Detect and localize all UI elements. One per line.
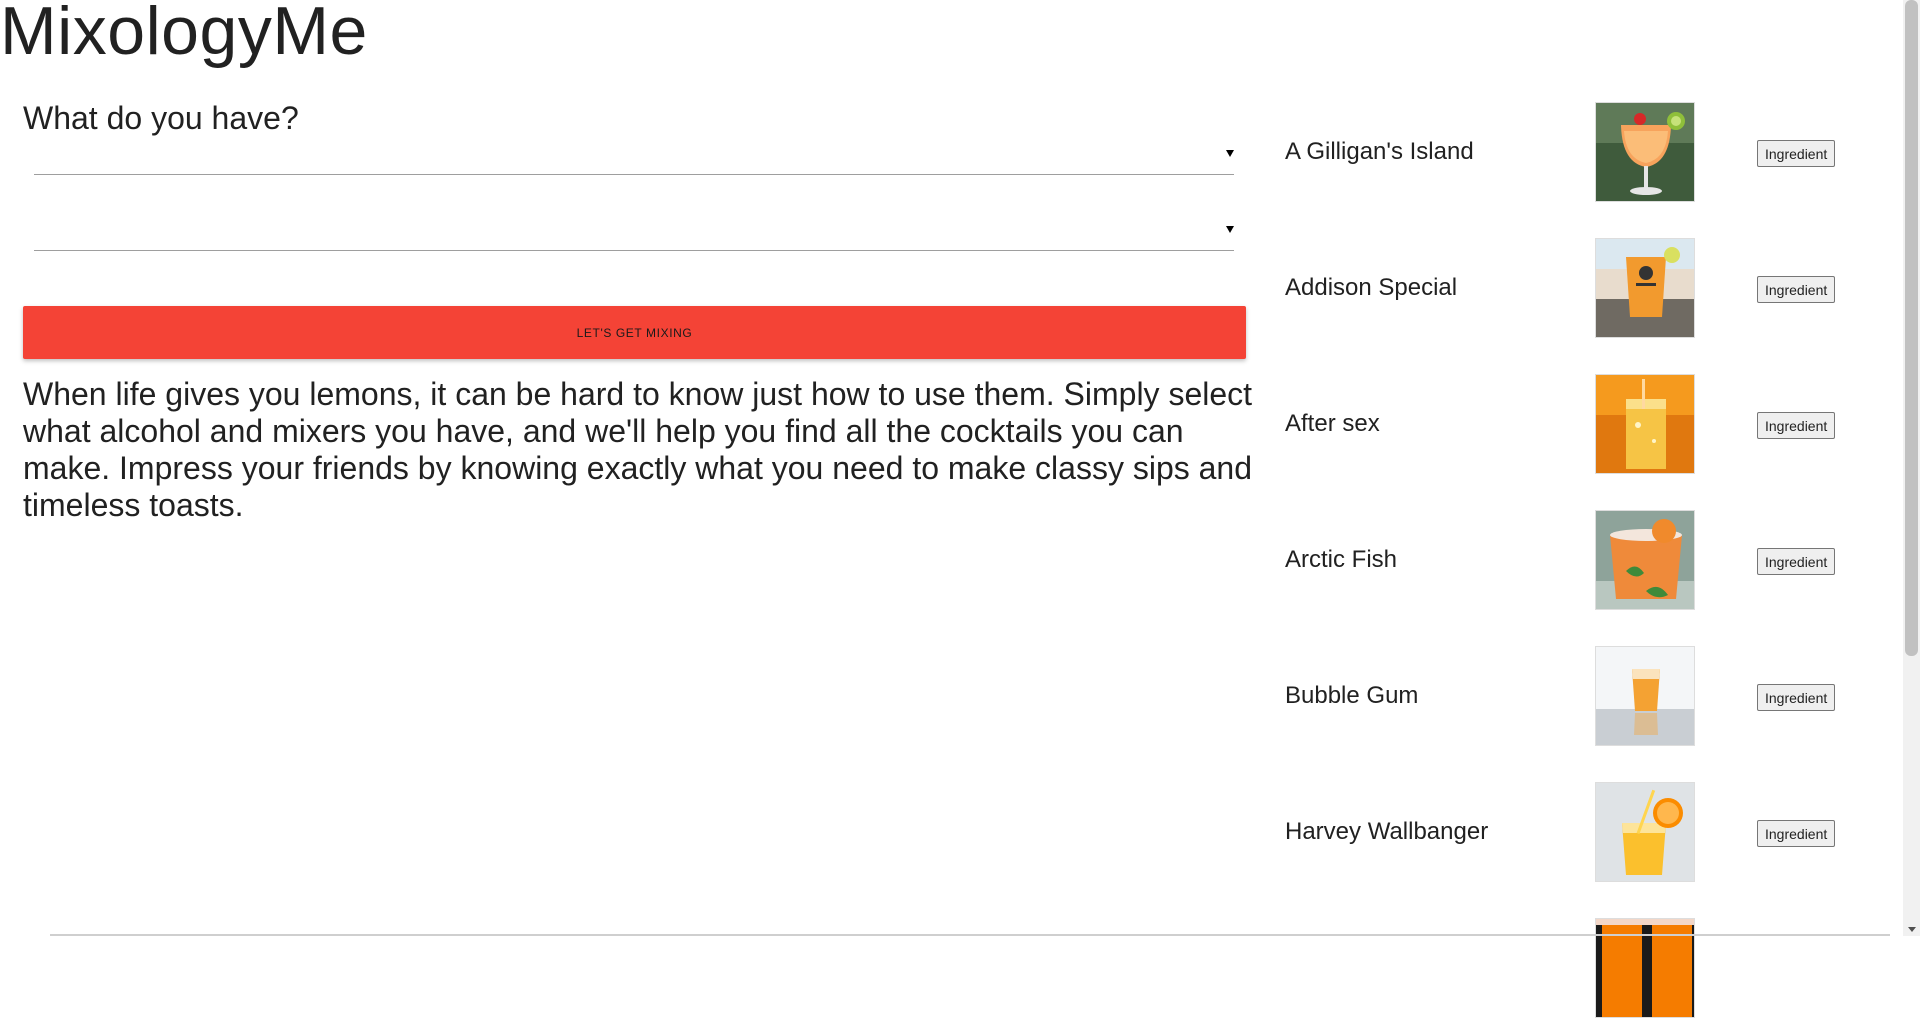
ingredient-form: What do you have? LET'S GET MIXING When … xyxy=(23,100,1252,523)
cocktail-name: Bubble Gum xyxy=(1285,682,1419,709)
cocktail-image xyxy=(1595,918,1695,1018)
ingredient-button[interactable]: Ingredient xyxy=(1757,684,1836,711)
get-mixing-button[interactable]: LET'S GET MIXING xyxy=(23,306,1246,359)
cocktail-name: After sex xyxy=(1285,410,1380,437)
scroll-down-icon[interactable] xyxy=(1908,927,1916,932)
dropdown-arrow-icon xyxy=(1226,150,1234,157)
cocktail-row: Arctic Fish Ingredient xyxy=(1285,510,1845,610)
cocktail-image xyxy=(1595,646,1695,746)
dropdown-arrow-icon xyxy=(1226,226,1234,233)
cocktail-list: A Gilligan's Island Ingredient Addison S… xyxy=(1285,0,1875,1018)
cocktail-row: Bubble Gum Ingredient xyxy=(1285,646,1845,746)
cocktail-image xyxy=(1595,238,1695,338)
scrollbar-thumb[interactable] xyxy=(1905,0,1918,656)
cocktail-name: A Gilligan's Island xyxy=(1285,138,1474,165)
cocktail-row xyxy=(1285,918,1845,1018)
cocktail-name: Arctic Fish xyxy=(1285,546,1398,573)
cocktail-image xyxy=(1595,102,1695,202)
ingredient-button[interactable]: Ingredient xyxy=(1757,548,1836,575)
cocktail-row: After sex Ingredient xyxy=(1285,374,1845,474)
ingredient-button[interactable]: Ingredient xyxy=(1757,412,1836,439)
page-scrollbar[interactable] xyxy=(1903,0,1920,936)
intro-text: When life gives you lemons, it can be ha… xyxy=(23,376,1253,523)
cocktail-row: Addison Special Ingredient xyxy=(1285,238,1845,338)
cocktail-image xyxy=(1595,374,1695,474)
cocktail-image xyxy=(1595,510,1695,610)
mixer-select[interactable] xyxy=(34,202,1234,251)
cocktail-name: Harvey Wallbanger xyxy=(1285,818,1489,845)
cocktail-name: Addison Special xyxy=(1285,274,1458,301)
cocktail-image xyxy=(1595,782,1695,882)
cocktail-row: A Gilligan's Island Ingredient xyxy=(1285,102,1845,202)
ingredient-button[interactable]: Ingredient xyxy=(1757,276,1836,303)
ingredient-button[interactable]: Ingredient xyxy=(1757,140,1836,167)
app-title: MixologyMe xyxy=(0,0,368,69)
ingredient-button[interactable]: Ingredient xyxy=(1757,820,1836,847)
alcohol-select[interactable] xyxy=(34,126,1234,175)
cocktail-row: Harvey Wallbanger Ingredient xyxy=(1285,782,1845,882)
